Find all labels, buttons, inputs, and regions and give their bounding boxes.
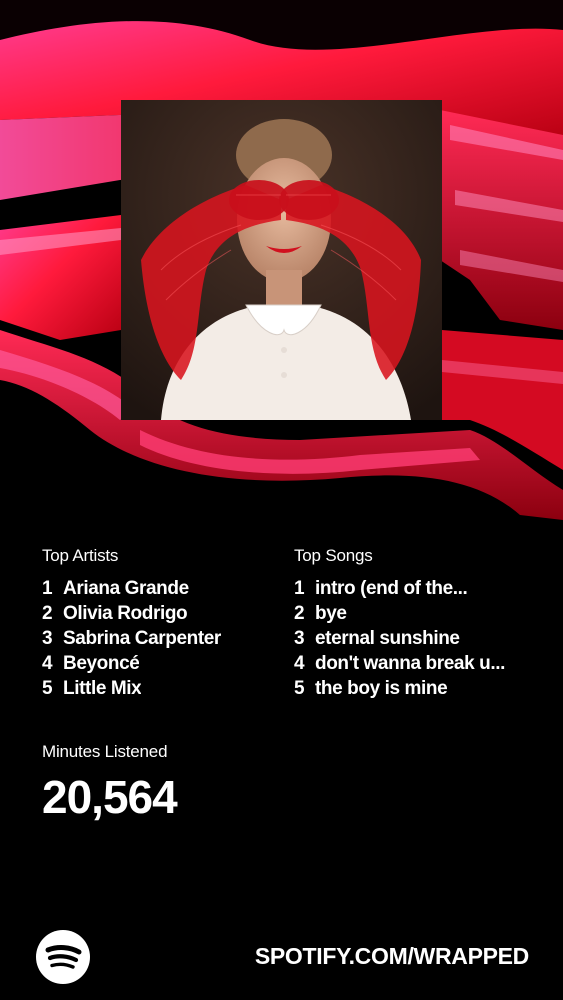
album-cover-artwork <box>121 100 442 420</box>
rank-number: 4 <box>294 653 305 674</box>
rank-number: 5 <box>294 678 305 699</box>
artist-name: Olivia Rodrigo <box>63 603 188 624</box>
top-artists-list: 1 Ariana Grande 2 Olivia Rodrigo 3 Sabrina … <box>42 578 282 703</box>
list-item: 4 don't wanna break u... <box>294 653 534 678</box>
list-item: 5 Little Mix <box>42 678 282 703</box>
list-item: 1 intro (end of the... <box>294 578 534 603</box>
top-artists-section: Top Artists 1 Ariana Grande 2 Olivia Rodri… <box>42 546 282 703</box>
wrapped-url-link[interactable]: SPOTIFY.COM/WRAPPED <box>255 943 529 970</box>
rank-number: 3 <box>294 628 305 649</box>
list-item: 5 the boy is mine <box>294 678 534 703</box>
list-item: 2 Olivia Rodrigo <box>42 603 282 628</box>
rank-number: 2 <box>42 603 53 624</box>
artist-name: Little Mix <box>63 678 142 699</box>
spotify-logo-icon[interactable] <box>36 930 90 984</box>
rank-number: 1 <box>42 578 53 599</box>
rank-number: 1 <box>294 578 305 599</box>
artist-name: Beyoncé <box>63 653 140 674</box>
minutes-listened-value: 20,564 <box>42 771 178 823</box>
rank-number: 5 <box>42 678 53 699</box>
list-item: 2 bye <box>294 603 534 628</box>
wrapped-card: Top Artists 1 Ariana Grande 2 Olivia Rodri… <box>0 0 563 1000</box>
list-item: 3 eternal sunshine <box>294 628 534 653</box>
artist-name: Sabrina Carpenter <box>63 628 221 649</box>
list-item: 3 Sabrina Carpenter <box>42 628 282 653</box>
list-item: 4 Beyoncé <box>42 653 282 678</box>
minutes-listened-section: Minutes Listened 20,564 <box>42 742 178 823</box>
top-songs-section: Top Songs 1 intro (end of the... 2 bye 3 et… <box>294 546 534 703</box>
top-songs-list: 1 intro (end of the... 2 bye 3 eternal suns… <box>294 578 534 703</box>
song-name: eternal sunshine <box>315 628 460 649</box>
minutes-listened-label: Minutes Listened <box>42 742 168 761</box>
list-item: 1 Ariana Grande <box>42 578 282 603</box>
song-name: don't wanna break u... <box>315 653 505 674</box>
rank-number: 2 <box>294 603 305 624</box>
song-name: the boy is mine <box>315 678 448 699</box>
rank-number: 3 <box>42 628 53 649</box>
top-songs-label: Top Songs <box>294 546 373 565</box>
song-name: bye <box>315 603 347 624</box>
song-name: intro (end of the... <box>315 578 468 599</box>
album-cover-art <box>121 100 442 420</box>
top-artists-label: Top Artists <box>42 546 119 565</box>
rank-number: 4 <box>42 653 53 674</box>
artist-name: Ariana Grande <box>63 578 189 599</box>
